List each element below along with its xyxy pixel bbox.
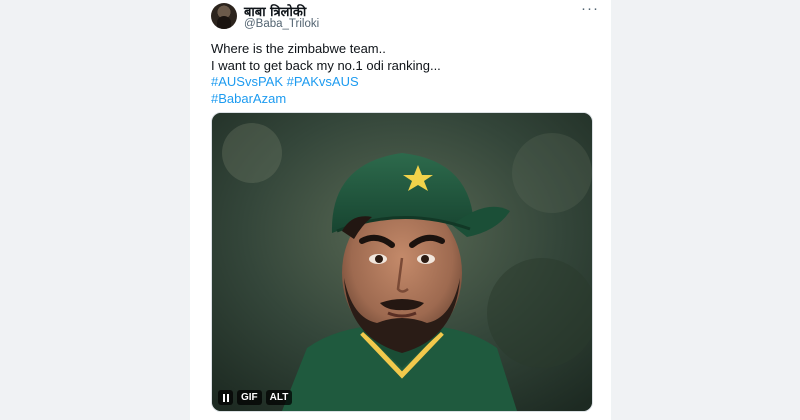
more-options-icon[interactable]: ··· [581, 0, 599, 17]
hashtag-ausvspak[interactable]: #AUSvsPAK [211, 74, 283, 89]
user-handle[interactable]: @Baba_Triloki [244, 18, 319, 30]
avatar[interactable] [211, 3, 237, 29]
tweet-card[interactable]: बाबा त्रिलोकी @Baba_Triloki ··· Where is… [189, 0, 612, 420]
hashtag-pakvsaus[interactable]: #PAKvsAUS [287, 74, 359, 89]
gif-badge[interactable]: GIF [237, 390, 262, 405]
alt-text-button[interactable]: ALT [265, 390, 293, 405]
gif-media[interactable]: GIF ALT [211, 112, 593, 412]
tweet-line-2: I want to get back my no.1 odi ranking..… [211, 57, 441, 73]
tweet-line-1: Where is the zimbabwe team.. [211, 41, 386, 56]
hashtag-row-1: #AUSvsPAK #PAKvsAUS [211, 74, 601, 91]
pause-icon[interactable] [218, 390, 233, 405]
gif-controls: GIF ALT [218, 390, 293, 405]
gif-frame [212, 113, 592, 411]
hashtag-babarazam[interactable]: #BabarAzam [211, 91, 286, 106]
hashtag-row-2: #BabarAzam [211, 91, 601, 108]
tweet-text: Where is the zimbabwe team.. I want to g… [211, 41, 601, 107]
